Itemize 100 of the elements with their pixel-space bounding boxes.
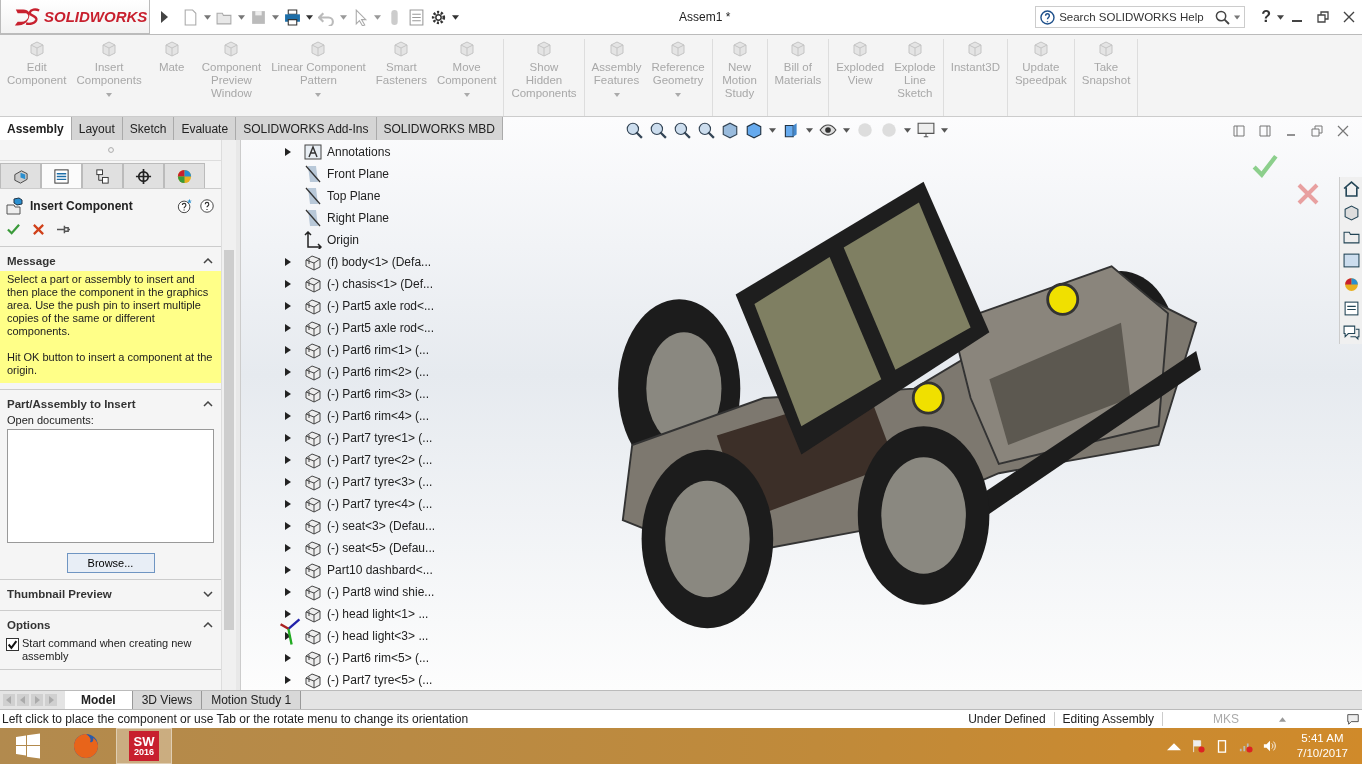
ok-check-icon[interactable] — [7, 223, 20, 236]
checkbox[interactable] — [6, 638, 19, 651]
expand-arrow-icon[interactable] — [285, 654, 291, 662]
view-tool-icon[interactable] — [625, 121, 643, 139]
expand-arrow-icon[interactable] — [285, 500, 291, 508]
settings-icon[interactable] — [430, 8, 447, 26]
tree-item[interactable]: (-) head light<3> ... — [327, 629, 429, 643]
confirm-check-icon[interactable] — [1252, 153, 1278, 179]
view-tool-icon[interactable] — [697, 121, 715, 139]
tree-item[interactable]: (-) chasis<1> (Def... — [327, 277, 434, 291]
expand-arrow-icon[interactable] — [285, 302, 291, 310]
tree-item[interactable]: (-) Part6 rim<1> (... — [327, 343, 430, 357]
view-tool-icon[interactable] — [673, 121, 691, 139]
expand-arrow-icon[interactable] — [285, 566, 291, 574]
expand-arrow-icon[interactable] — [285, 478, 291, 486]
model-tab[interactable]: Model — [65, 691, 133, 709]
browse-button[interactable]: Browse... — [66, 553, 155, 573]
printer-icon[interactable] — [284, 8, 301, 26]
grip-icon[interactable] — [107, 147, 114, 153]
ribbon-tab[interactable]: Assembly — [0, 117, 72, 140]
color-ball-icon[interactable] — [1342, 276, 1360, 293]
tree-item[interactable]: (-) Part6 rim<3> (... — [327, 387, 430, 401]
caret-icon[interactable] — [941, 127, 948, 133]
solidworks-logo[interactable]: SOLIDWORKS — [0, 0, 150, 34]
tree-item[interactable]: (-) seat<3> (Defau... — [327, 519, 436, 533]
tree-item[interactable]: (-) head light<1> ... — [327, 607, 429, 621]
expand-arrow-icon[interactable] — [285, 346, 291, 354]
expand-arrow-icon[interactable] — [285, 368, 291, 376]
cancel-icon[interactable] — [32, 223, 45, 236]
push-pin-icon[interactable] — [57, 223, 70, 236]
expand-arrow-icon[interactable] — [285, 456, 291, 464]
tree-item[interactable]: (-) Part7 tyre<4> (... — [327, 497, 433, 511]
caret-icon[interactable] — [806, 127, 813, 133]
expand-arrow-icon[interactable] — [285, 588, 291, 596]
close-icon[interactable] — [1336, 124, 1350, 138]
ribbon-tab[interactable]: Layout — [71, 117, 123, 140]
eye-icon[interactable] — [819, 121, 837, 139]
caret-icon[interactable] — [904, 127, 911, 133]
view-palette-icon[interactable] — [1342, 252, 1360, 269]
splitter-handle[interactable] — [236, 140, 240, 690]
caret-icon[interactable] — [452, 14, 459, 20]
expand-arrow-icon[interactable] — [285, 544, 291, 552]
expand-arrow-icon[interactable] — [285, 676, 291, 684]
panel-right-icon[interactable] — [1258, 124, 1272, 138]
tooltip-icon[interactable] — [1346, 712, 1360, 726]
tree-item[interactable]: (-) Part7 tyre<2> (... — [327, 453, 433, 467]
whats-new-help-icon[interactable] — [177, 198, 193, 214]
documents-list[interactable] — [7, 429, 214, 543]
tree-item[interactable]: Right Plane — [327, 211, 390, 225]
model-tab[interactable]: 3D Views — [132, 691, 203, 709]
chevron-icon[interactable] — [203, 591, 213, 597]
display-style-icon[interactable] — [782, 121, 800, 139]
caret-icon[interactable] — [306, 14, 313, 20]
expand-arrow-icon[interactable] — [285, 632, 291, 640]
expand-arrow-icon[interactable] — [285, 324, 291, 332]
scrollbar[interactable] — [221, 140, 236, 690]
caret-icon[interactable] — [1277, 14, 1284, 20]
chevron-icon[interactable] — [203, 258, 213, 264]
view-tool-icon[interactable] — [649, 121, 667, 139]
chevron-icon[interactable] — [203, 622, 213, 628]
expand-arrow-icon[interactable] — [285, 258, 291, 266]
tree-item[interactable]: (-) seat<5> (Defau... — [327, 541, 436, 555]
tree-item[interactable]: Origin — [327, 233, 359, 247]
search-field[interactable]: Search SOLIDWORKS Help — [1035, 6, 1246, 28]
ribbon-tab[interactable]: SOLIDWORKS MBD — [376, 117, 503, 140]
expand-arrow-icon[interactable] — [285, 280, 291, 288]
tree-item[interactable]: Annotations — [327, 145, 391, 159]
expand-arrow-icon[interactable] — [285, 522, 291, 530]
monitor-icon[interactable] — [917, 121, 935, 139]
search-input[interactable]: Search SOLIDWORKS Help — [1059, 11, 1212, 23]
forum-icon[interactable] — [1342, 324, 1360, 341]
restore-icon[interactable] — [1316, 10, 1330, 24]
expand-arrow-icon[interactable] — [285, 610, 291, 618]
tree-item[interactable]: (-) Part7 tyre<1> (... — [327, 431, 433, 445]
caret-icon[interactable] — [843, 127, 850, 133]
tree-item[interactable]: (-) Part7 tyre<5> (... — [327, 673, 433, 687]
tree-item[interactable]: (-) Part7 tyre<3> (... — [327, 475, 433, 489]
expand-arrow-icon[interactable] — [285, 148, 291, 156]
expand-arrow-icon[interactable] — [285, 412, 291, 420]
panel-tab[interactable] — [123, 163, 164, 188]
help-button[interactable]: ? — [1261, 8, 1271, 26]
tree-item[interactable]: (-) Part6 rim<4> (... — [327, 409, 430, 423]
panel-left-icon[interactable] — [1232, 124, 1246, 138]
properties-icon[interactable] — [1342, 300, 1360, 317]
expand-arrow-icon[interactable] — [285, 434, 291, 442]
tree-item[interactable]: (-) Part6 rim<2> (... — [327, 365, 430, 379]
tree-item[interactable]: (-) Part6 rim<5> (... — [327, 651, 430, 665]
taskbar-app[interactable]: SW 2016 — [116, 728, 172, 764]
tree-item[interactable]: (-) Part5 axle rod<... — [327, 321, 435, 335]
tree-item[interactable]: (f) body<1> (Defa... — [327, 255, 432, 269]
expand-arrow-icon[interactable] — [285, 390, 291, 398]
chevron-icon[interactable] — [203, 401, 213, 407]
panel-tab[interactable] — [82, 163, 123, 188]
caret-icon[interactable] — [769, 127, 776, 133]
model-tab[interactable]: Motion Study 1 — [202, 691, 302, 709]
speaker-icon[interactable] — [1262, 739, 1277, 753]
list-icon[interactable] — [408, 8, 425, 26]
tree-item[interactable]: Part10 dashbard<... — [327, 563, 433, 577]
help-icon[interactable] — [199, 198, 215, 214]
close-icon[interactable] — [1342, 10, 1356, 24]
